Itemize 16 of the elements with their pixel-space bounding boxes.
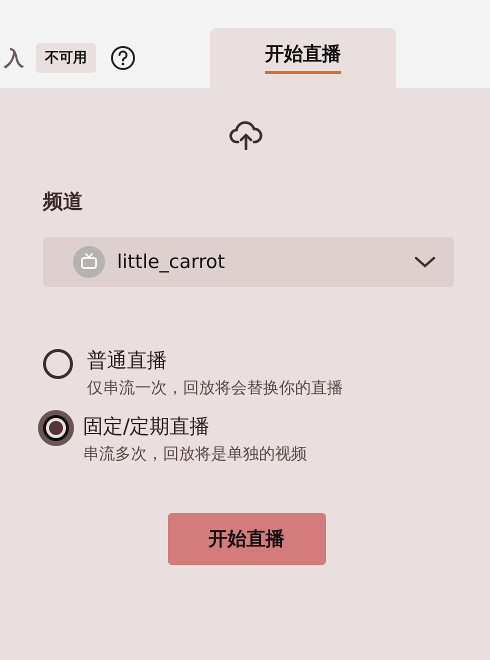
tv-avatar-icon xyxy=(73,246,105,278)
help-icon[interactable] xyxy=(110,45,136,71)
mode-description: 串流多次，回放将是单独的视频 xyxy=(83,444,307,465)
import-tab[interactable]: 入 xyxy=(4,44,24,72)
mode-title: 普通直播 xyxy=(87,347,168,374)
radio-button[interactable] xyxy=(38,410,74,446)
start-live-button[interactable]: 开始直播 xyxy=(168,513,326,565)
channel-dropdown[interactable]: little_carrot xyxy=(43,237,454,287)
mode-title: 固定/定期直播 xyxy=(83,413,211,440)
mode-description: 仅串流一次，回放将会替换你的直播 xyxy=(87,378,343,399)
radio-button[interactable] xyxy=(43,349,73,379)
channel-label: 频道 xyxy=(43,188,84,215)
start-live-tab[interactable]: 开始直播 xyxy=(210,28,396,88)
cloud-upload-icon xyxy=(228,120,262,150)
unavailable-badge: 不可用 xyxy=(36,43,96,73)
chevron-down-icon xyxy=(414,256,436,268)
